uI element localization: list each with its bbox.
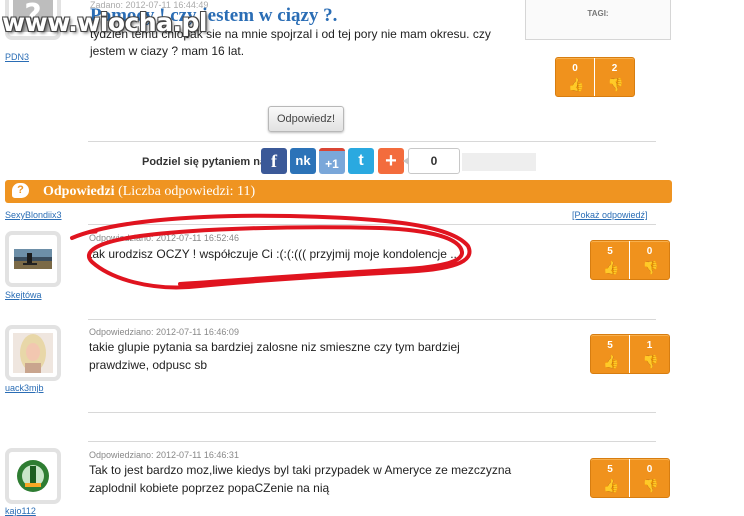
answer-date: Odpowiedziano: 2012-07-11 16:46:31 bbox=[89, 450, 239, 460]
tags-label: TAGI: bbox=[587, 9, 609, 18]
answer-vote-box: 5 👍 1 👎 bbox=[590, 334, 670, 374]
answer-username[interactable]: kajo112 bbox=[5, 506, 36, 516]
answers-title: Odpowiedzi (Liczba odpowiedzi: 11) bbox=[43, 184, 255, 200]
upvote-button[interactable]: 0 👍 bbox=[556, 58, 595, 96]
facebook-share-icon[interactable]: f bbox=[261, 148, 287, 174]
question-username[interactable]: PDN3 bbox=[5, 52, 29, 62]
tags-box: TAGI: bbox=[525, 0, 671, 40]
question-title[interactable]: Pomocy ! czy jestem w ciązy ?. bbox=[90, 5, 337, 27]
answer-avatar[interactable] bbox=[5, 325, 61, 381]
divider bbox=[88, 441, 656, 442]
divider bbox=[88, 319, 656, 320]
downvote-count: 1 bbox=[646, 340, 653, 351]
upvote-count: 0 bbox=[572, 63, 578, 74]
divider bbox=[88, 412, 656, 413]
answer-username[interactable]: uack3mjb bbox=[5, 383, 44, 393]
answers-count: (Liczba odpowiedzi: 11) bbox=[118, 184, 256, 199]
answer-date: Odpowiedziano: 2012-07-11 16:46:09 bbox=[89, 327, 239, 337]
badge-emblem-icon bbox=[17, 460, 49, 492]
answers-header: ? Odpowiedzi (Liczba odpowiedzi: 11) bbox=[5, 180, 672, 203]
downvote-button[interactable]: 2 👎 bbox=[595, 58, 634, 96]
divider bbox=[88, 224, 656, 225]
downvote-button[interactable]: 1 👎 bbox=[630, 335, 669, 373]
default-avatar-icon: ? bbox=[24, 0, 41, 33]
thumbs-up-icon: 👍 bbox=[568, 77, 585, 92]
upvote-count: 5 bbox=[607, 464, 613, 475]
thumbs-down-icon: 👎 bbox=[642, 260, 659, 275]
nk-share-icon[interactable]: nk bbox=[290, 148, 316, 174]
question-vote-box: 0 👍 2 👎 bbox=[555, 57, 635, 97]
answer-username[interactable]: Skejtówa bbox=[5, 290, 42, 300]
user-photo-icon bbox=[20, 334, 46, 373]
skater-photo-icon bbox=[14, 249, 52, 269]
upvote-button[interactable]: 5 👍 bbox=[591, 335, 630, 373]
answer-text: tak urodzisz OCZY ! współczuje Ci :(:(:(… bbox=[89, 247, 461, 261]
upvote-count: 5 bbox=[607, 340, 613, 351]
twitter-share-icon[interactable]: t bbox=[348, 148, 374, 174]
answer-avatar[interactable] bbox=[5, 231, 61, 287]
downvote-count: 0 bbox=[646, 246, 653, 257]
question-body: tydzien temu chlopak sie na mnie spojrza… bbox=[90, 27, 491, 58]
downvote-count: 2 bbox=[611, 63, 618, 74]
thumbs-down-icon: 👎 bbox=[642, 478, 659, 493]
upvote-button[interactable]: 5 👍 bbox=[591, 459, 630, 497]
thumbs-up-icon: 👍 bbox=[603, 478, 620, 493]
svg-text:?: ? bbox=[24, 0, 41, 32]
more-share-icon[interactable]: + bbox=[378, 148, 404, 174]
downvote-button[interactable]: 0 👎 bbox=[630, 241, 669, 279]
divider bbox=[88, 141, 656, 142]
upvote-button[interactable]: 5 👍 bbox=[591, 241, 630, 279]
answer-vote-box: 5 👍 0 👎 bbox=[590, 458, 670, 498]
answer-avatar[interactable] bbox=[5, 448, 61, 504]
thumbs-down-icon: 👎 bbox=[607, 77, 624, 92]
google-plus-share-icon[interactable]: +1 bbox=[319, 148, 345, 174]
question-bubble-icon: ? bbox=[12, 183, 29, 198]
answer-text: Tak to jest bardzo moz,liwe kiedys byl t… bbox=[89, 463, 512, 495]
best-answer-username[interactable]: SexyBlondiix3 bbox=[5, 210, 62, 220]
question-avatar[interactable]: ? bbox=[5, 0, 61, 40]
answers-title-text: Odpowiedzi bbox=[43, 184, 115, 199]
thumbs-up-icon: 👍 bbox=[603, 354, 620, 369]
thumbs-down-icon: 👎 bbox=[642, 354, 659, 369]
answer-text: takie glupie pytania sa bardziej zalosne… bbox=[89, 340, 460, 372]
answer-button[interactable]: Odpowiedz! bbox=[268, 106, 344, 132]
show-answer-link[interactable]: [Pokaż odpowiedź] bbox=[572, 210, 648, 220]
answer-date: Odpowiedziano: 2012-07-11 16:52:46 bbox=[89, 233, 239, 243]
upvote-count: 5 bbox=[607, 246, 613, 257]
share-bar bbox=[462, 153, 536, 171]
share-label: Podziel się pytaniem na: bbox=[142, 156, 270, 168]
answer-vote-box: 5 👍 0 👎 bbox=[590, 240, 670, 280]
downvote-count: 0 bbox=[646, 464, 653, 475]
downvote-button[interactable]: 0 👎 bbox=[630, 459, 669, 497]
thumbs-up-icon: 👍 bbox=[603, 260, 620, 275]
share-count: 0 bbox=[403, 148, 460, 174]
